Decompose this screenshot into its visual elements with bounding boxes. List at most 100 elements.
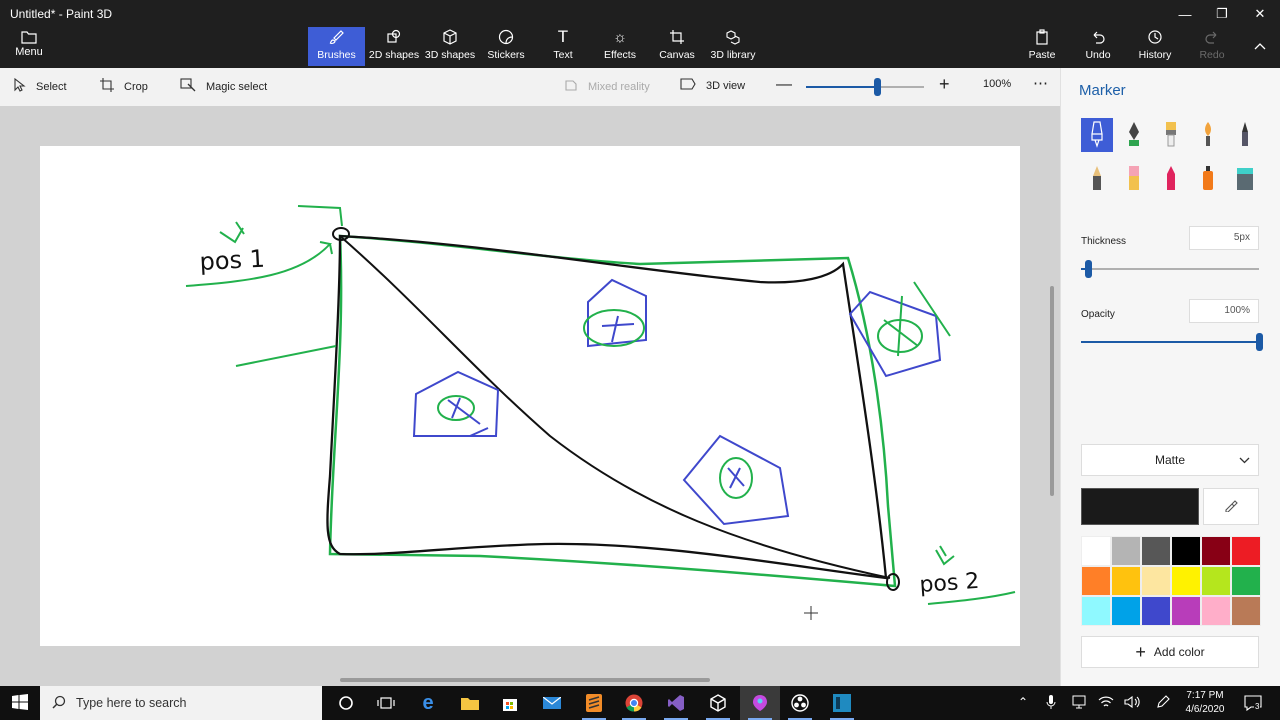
brush-eraser[interactable] [1118, 162, 1150, 196]
drawing-canvas[interactable]: pos 1 pos 2 [40, 146, 1020, 646]
paste-button[interactable]: Paste [1024, 27, 1060, 66]
vertical-scrollbar[interactable] [1050, 286, 1054, 496]
brush-oil[interactable] [1155, 118, 1187, 152]
chevron-up-icon[interactable] [1245, 36, 1275, 56]
brush-crayon[interactable] [1155, 162, 1187, 196]
color-swatch[interactable] [1231, 566, 1261, 596]
opacity-input[interactable]: 100% [1189, 299, 1259, 323]
tab-3d-shapes[interactable]: 3D shapes [424, 27, 476, 66]
tab-3d-library[interactable]: 3D library [708, 27, 758, 66]
drawing-layer: pos 1 pos 2 [185, 205, 1016, 620]
sublime-icon[interactable] [574, 686, 614, 720]
color-swatch[interactable] [1081, 566, 1111, 596]
zoom-slider[interactable] [806, 78, 924, 96]
tab-label: 3D shapes [424, 49, 476, 61]
color-swatch[interactable] [1201, 596, 1231, 626]
horizontal-scrollbar[interactable] [340, 678, 710, 682]
brush-pixel-pen[interactable] [1229, 118, 1261, 152]
microphone-icon[interactable] [1046, 695, 1056, 712]
unity-icon[interactable] [698, 686, 738, 720]
color-swatch[interactable] [1201, 566, 1231, 596]
edge-icon[interactable]: e [408, 686, 448, 720]
pixel-pen-icon [1234, 120, 1256, 151]
brush-marker[interactable] [1081, 118, 1113, 152]
zoom-slider-thumb[interactable] [874, 78, 881, 96]
color-swatch[interactable] [1081, 596, 1111, 626]
cortana-icon[interactable] [326, 686, 366, 720]
store-icon[interactable] [490, 686, 530, 720]
restore-icon[interactable]: ❐ [1207, 4, 1237, 24]
pos1-label: pos 1 [199, 245, 266, 276]
paint3d-icon[interactable] [740, 686, 780, 720]
zoom-slider-fill [806, 86, 877, 88]
redo-button[interactable]: Redo [1194, 27, 1230, 66]
eyedropper-button[interactable] [1203, 488, 1259, 525]
brush-spray-can[interactable] [1192, 162, 1224, 196]
minimize-icon[interactable]: — [1170, 4, 1200, 24]
clock[interactable]: 7:17 PM 4/6/2020 [1182, 689, 1228, 717]
crop-button[interactable]: Crop [100, 78, 148, 95]
task-view-icon[interactable] [366, 686, 406, 720]
color-swatch[interactable] [1141, 536, 1171, 566]
color-swatch[interactable] [1171, 536, 1201, 566]
add-color-button[interactable]: + Add color [1081, 636, 1259, 668]
zoom-in-button[interactable]: + [939, 74, 950, 95]
tab-text[interactable]: T Text [540, 27, 586, 66]
color-swatch[interactable] [1111, 566, 1141, 596]
sun-icon: ☼ [613, 28, 627, 46]
color-swatch[interactable] [1111, 596, 1141, 626]
select-button[interactable]: Select [14, 77, 67, 95]
mail-icon[interactable] [532, 686, 572, 720]
taskbar-search[interactable]: Type here to search [40, 686, 322, 720]
menu-button[interactable]: Menu [8, 30, 50, 64]
visual-studio-icon[interactable] [656, 686, 696, 720]
color-swatch[interactable] [1111, 536, 1141, 566]
opacity-slider[interactable] [1081, 333, 1263, 351]
thickness-input[interactable]: 5px [1189, 226, 1259, 250]
start-button[interactable] [0, 686, 40, 720]
thickness-slider-thumb[interactable] [1085, 260, 1092, 278]
color-swatch[interactable] [1231, 596, 1261, 626]
tab-2d-shapes[interactable]: 2D shapes [368, 27, 420, 66]
color-swatch[interactable] [1081, 536, 1111, 566]
workspace: pos 1 pos 2 [0, 106, 1060, 686]
color-swatch[interactable] [1171, 596, 1201, 626]
color-swatch[interactable] [1201, 536, 1231, 566]
tab-label: Text [553, 49, 573, 61]
obs-icon[interactable] [780, 686, 820, 720]
pen-icon[interactable] [1156, 695, 1170, 712]
app-icon[interactable] [822, 686, 862, 720]
zoom-out-button[interactable]: — [776, 76, 792, 94]
magic-select-icon [180, 78, 196, 95]
finish-dropdown[interactable]: Matte [1081, 444, 1259, 476]
volume-icon[interactable] [1124, 695, 1140, 712]
color-swatch[interactable] [1141, 566, 1171, 596]
brush-fill[interactable] [1229, 162, 1261, 196]
file-explorer-icon[interactable] [450, 686, 490, 720]
mixed-reality-button[interactable]: Mixed reality [564, 78, 650, 95]
notification-icon[interactable]: 3 [1244, 695, 1262, 714]
thickness-slider[interactable] [1081, 260, 1259, 278]
tab-canvas[interactable]: Canvas [654, 27, 700, 66]
current-color-swatch[interactable] [1081, 488, 1199, 525]
opacity-slider-thumb[interactable] [1256, 333, 1263, 351]
tab-stickers[interactable]: Stickers [482, 27, 530, 66]
color-swatch[interactable] [1231, 536, 1261, 566]
undo-button[interactable]: Undo [1080, 27, 1116, 66]
ellipsis-icon[interactable]: ⋯ [1033, 74, 1048, 92]
3d-view-button[interactable]: 3D view [680, 78, 745, 93]
brush-watercolor[interactable] [1192, 118, 1224, 152]
tab-effects[interactable]: ☼ Effects [596, 27, 644, 66]
history-button[interactable]: History [1136, 27, 1174, 66]
close-icon[interactable]: ✕ [1245, 4, 1275, 24]
network-icon[interactable] [1072, 695, 1086, 712]
tab-brushes[interactable]: Brushes [308, 27, 365, 66]
brush-calligraphy-pen[interactable] [1118, 118, 1150, 152]
color-swatch[interactable] [1141, 596, 1171, 626]
chevron-up-tray-icon[interactable]: ⌃ [1018, 695, 1028, 709]
wifi-icon[interactable] [1098, 695, 1114, 712]
brush-pencil[interactable] [1081, 162, 1113, 196]
color-swatch[interactable] [1171, 566, 1201, 596]
chrome-icon[interactable] [614, 686, 654, 720]
magic-select-button[interactable]: Magic select [180, 78, 267, 95]
